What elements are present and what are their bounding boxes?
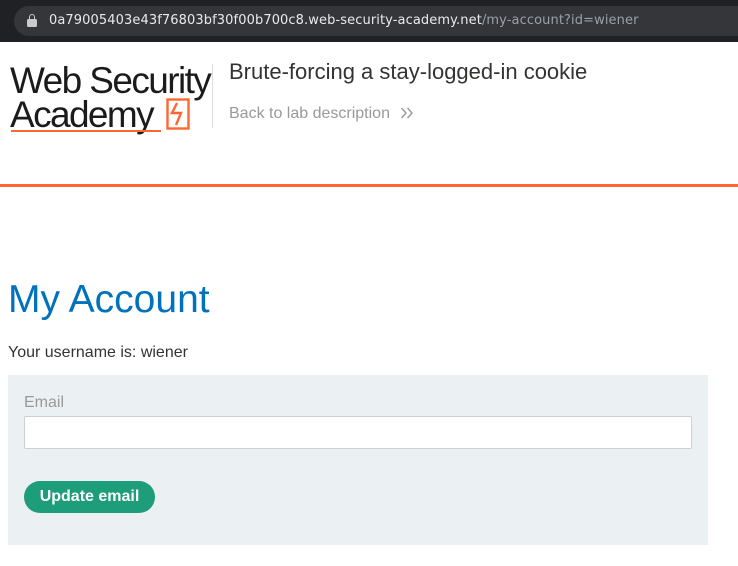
- change-email-form: Email Update email: [8, 375, 708, 545]
- academy-logo[interactable]: Web Security Academy: [10, 62, 212, 136]
- logo-line2: Academy: [10, 94, 155, 135]
- back-link-label: Back to lab description: [229, 105, 390, 122]
- header-accent-rule: [0, 184, 738, 187]
- url-host: 0a79005403e43f76803bf30f00b700c8.web-sec…: [49, 13, 482, 28]
- double-chevron-right-icon: [401, 107, 414, 119]
- username-text: Your username is: wiener: [8, 344, 188, 361]
- browser-address-bar: 0a79005403e43f76803bf30f00b700c8.web-sec…: [0, 0, 738, 42]
- header-divider: [212, 64, 213, 128]
- update-email-button[interactable]: Update email: [24, 481, 155, 513]
- logo-bolt-icon: [166, 98, 190, 130]
- email-label: Email: [24, 394, 65, 411]
- url-path: /my-account?id=wiener: [481, 13, 639, 28]
- url-field[interactable]: 0a79005403e43f76803bf30f00b700c8.web-sec…: [14, 6, 738, 36]
- lock-icon[interactable]: [27, 14, 37, 27]
- email-input[interactable]: [24, 416, 692, 449]
- lab-header: Web Security Academy Brute-forcing a sta…: [0, 42, 738, 187]
- logo-underline: [11, 130, 161, 132]
- back-to-lab-description-link[interactable]: Back to lab description: [229, 105, 414, 123]
- lab-title: Brute-forcing a stay-logged-in cookie: [229, 59, 588, 84]
- page-title: My Account: [8, 278, 210, 321]
- url-text[interactable]: 0a79005403e43f76803bf30f00b700c8.web-sec…: [49, 13, 639, 28]
